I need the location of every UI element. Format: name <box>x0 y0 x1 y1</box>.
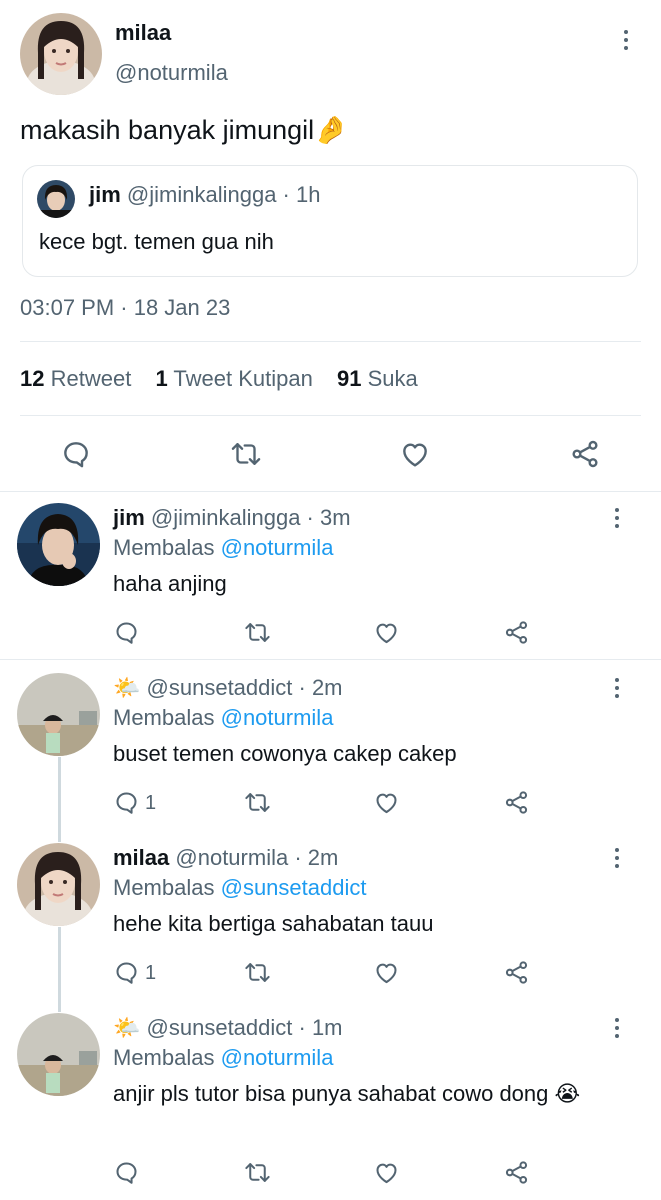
like-icon[interactable] <box>373 1159 400 1186</box>
replying-to: Membalas @noturmila <box>113 705 333 731</box>
share-icon[interactable] <box>503 789 530 816</box>
reply-author[interactable]: 🌤️ @sunsetaddict · 1m <box>113 1015 343 1041</box>
replying-to: Membalas @noturmila <box>113 1045 333 1071</box>
reply-text: hehe kita bertiga sahabatan tauu <box>113 911 434 936</box>
reply-text: haha anjing <box>113 571 227 596</box>
reply-icon[interactable] <box>113 619 140 646</box>
retweet-count[interactable]: 12 <box>20 366 44 391</box>
quote-label[interactable]: Tweet Kutipan <box>173 366 312 391</box>
replying-to-label: Membalas <box>113 535 215 560</box>
author-handle[interactable]: @noturmila <box>115 60 228 86</box>
like-icon[interactable] <box>373 959 400 986</box>
quoted-tweet[interactable]: jim @jiminkalingga · 1h kece bgt. temen … <box>22 165 638 277</box>
divider <box>0 659 661 660</box>
reply-author-name[interactable]: jim <box>113 505 145 530</box>
avatar[interactable] <box>17 503 100 586</box>
reply-text: buset temen cowonya cakep cakep <box>113 741 457 766</box>
thread-line <box>58 927 61 1012</box>
like-icon[interactable] <box>373 789 400 816</box>
avatar[interactable] <box>17 843 100 926</box>
replying-to-handle[interactable]: @noturmila <box>221 1045 334 1070</box>
reply-author-handle[interactable]: @jiminkalingga · 3m <box>151 505 351 530</box>
replying-to-handle[interactable]: @sunsetaddict <box>221 875 367 900</box>
reply-count: 1 <box>145 962 157 984</box>
reply-icon[interactable] <box>113 1159 140 1186</box>
divider <box>20 415 641 416</box>
reply-author-name[interactable]: milaa <box>113 845 169 870</box>
replying-to-handle[interactable]: @noturmila <box>221 705 334 730</box>
retweet-icon[interactable] <box>243 619 272 646</box>
quote-count[interactable]: 1 <box>155 366 167 391</box>
avatar[interactable] <box>17 673 100 756</box>
like-icon[interactable] <box>373 619 400 646</box>
reply-author-handle[interactable]: @sunsetaddict · 1m <box>147 1015 343 1040</box>
author-emoji: 🌤️ <box>113 675 141 700</box>
avatar[interactable] <box>17 1013 100 1096</box>
reply-icon[interactable] <box>113 959 140 986</box>
share-icon[interactable] <box>503 1159 530 1186</box>
reply-author[interactable]: jim @jiminkalingga · 3m <box>113 505 351 531</box>
author-emoji: 🌤️ <box>113 1015 141 1040</box>
retweet-icon[interactable] <box>243 959 272 986</box>
author-name[interactable]: milaa <box>115 20 171 46</box>
reply-text: anjir pls tutor bisa punya sahabat cowo … <box>113 1081 581 1106</box>
reply-icon[interactable] <box>60 438 92 470</box>
quote-author-handle: @jiminkalingga · 1h <box>126 182 321 207</box>
more-options-icon[interactable] <box>611 846 623 870</box>
share-icon[interactable] <box>503 619 530 646</box>
quote-author: jim @jiminkalingga · 1h <box>89 182 320 208</box>
replying-to: Membalas @noturmila <box>113 535 333 561</box>
quote-text: kece bgt. temen gua nih <box>39 229 274 254</box>
replying-to-label: Membalas <box>113 1045 215 1070</box>
share-icon[interactable] <box>569 438 601 470</box>
more-options-icon[interactable] <box>611 506 623 530</box>
divider <box>0 491 661 492</box>
quote-author-name: jim <box>89 182 121 207</box>
tweet-timestamp[interactable]: 03:07 PM · 18 Jan 23 <box>20 295 230 321</box>
retweet-icon[interactable] <box>229 438 263 470</box>
reply-author[interactable]: milaa @noturmila · 2m <box>113 845 338 871</box>
replying-to: Membalas @sunsetaddict <box>113 875 366 901</box>
like-label[interactable]: Suka <box>368 366 418 391</box>
tweet-stats: 12 Retweet 1 Tweet Kutipan 91 Suka <box>20 366 418 392</box>
replying-to-label: Membalas <box>113 705 215 730</box>
replying-to-label: Membalas <box>113 875 215 900</box>
share-icon[interactable] <box>503 959 530 986</box>
like-count[interactable]: 91 <box>337 366 361 391</box>
replying-to-handle[interactable]: @noturmila <box>221 535 334 560</box>
more-options-icon[interactable] <box>611 676 623 700</box>
retweet-label[interactable]: Retweet <box>51 366 132 391</box>
like-icon[interactable] <box>399 438 431 470</box>
reply-author-handle[interactable]: @noturmila · 2m <box>175 845 338 870</box>
retweet-icon[interactable] <box>243 1159 272 1186</box>
tweet-text: makasih banyak jimungil🤌 <box>20 115 348 145</box>
retweet-icon[interactable] <box>243 789 272 816</box>
thread-line <box>58 757 61 842</box>
quote-avatar <box>37 180 75 218</box>
reply-icon[interactable] <box>113 789 140 816</box>
reply-author-handle[interactable]: @sunsetaddict · 2m <box>147 675 343 700</box>
more-options-icon[interactable] <box>620 28 632 52</box>
more-options-icon[interactable] <box>611 1016 623 1040</box>
divider <box>20 341 641 342</box>
reply-count: 1 <box>145 792 157 814</box>
reply-author[interactable]: 🌤️ @sunsetaddict · 2m <box>113 675 343 701</box>
avatar[interactable] <box>20 13 102 95</box>
